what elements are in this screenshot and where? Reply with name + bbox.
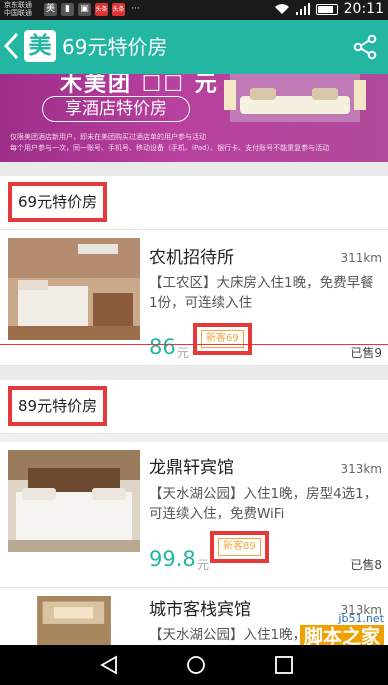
- banner-pill: 享酒店特价房: [42, 96, 190, 122]
- sold-count: 已售9: [350, 346, 382, 360]
- notification-icons: 美 ▮ ▣ 头条 头条 ···: [44, 3, 142, 16]
- section-header-89: 89元特价房: [0, 380, 388, 434]
- site-watermark: jb51.net 脚本之家: [299, 612, 384, 649]
- more-notifications-icon: ···: [131, 4, 140, 14]
- recents-square-icon[interactable]: [272, 655, 296, 675]
- promo-banner[interactable]: 木美团 ☐☐ 元 享酒店特价房 仅限美团酒店新用户，即未在美团购买过酒店单的用户…: [0, 74, 388, 162]
- hotel-card[interactable]: 龙鼎轩宾馆 313km 【天水湖公园】入住1晚，房型4选1，可连续入住，免费Wi…: [0, 442, 388, 588]
- new-customer-badge: 新客69: [193, 323, 252, 355]
- back-triangle-icon[interactable]: [98, 655, 122, 675]
- price-unit: 元: [197, 558, 210, 572]
- wifi-icon: [274, 4, 289, 14]
- toutiao-notification-icon: 头条: [95, 3, 108, 16]
- page-title: 69元特价房: [62, 35, 168, 59]
- section-header-69: 69元特价房: [0, 176, 388, 230]
- badge-label: 新客89: [218, 538, 261, 556]
- clock: 20:11: [343, 1, 384, 17]
- toutiao-notification-icon-2: 头条: [112, 3, 125, 16]
- meituan-logo[interactable]: 美: [24, 30, 56, 62]
- hotel-name: 城市客栈宾馆: [149, 600, 251, 620]
- section-label: 69元特价房: [8, 182, 108, 222]
- share-icon[interactable]: [352, 34, 378, 60]
- hotel-room-illustration: [224, 74, 366, 122]
- price-unit: 元: [177, 346, 190, 360]
- title-bar: 美 69元特价房: [0, 20, 388, 74]
- annotation-line: [0, 344, 388, 345]
- banner-notes: 仅限美团酒店新用户，即未在美团购买过酒店单的用户参与活动 每个用户参与一次，同一…: [10, 132, 329, 154]
- hotel-description: 【天水湖公园】入住1晚，房型4选1，可连续入住，免费WiFi: [149, 486, 378, 522]
- section-divider: [0, 162, 388, 176]
- battery-icon: [315, 3, 338, 15]
- hotel-name: 龙鼎轩宾馆: [149, 458, 234, 478]
- sold-count: 已售8: [350, 558, 382, 572]
- hotel-distance: 311km: [340, 251, 382, 265]
- meituan-notification-icon: 美: [44, 3, 57, 16]
- banner-headline: 木美团 ☐☐ 元: [60, 74, 219, 97]
- carrier-line-2: 中国联通: [4, 9, 32, 17]
- signal-icon: [295, 3, 310, 15]
- home-circle-icon[interactable]: [184, 655, 208, 675]
- status-right: 20:11: [274, 1, 384, 17]
- image-notification-icon: ▣: [78, 3, 91, 16]
- hotel-distance: 313km: [340, 462, 382, 476]
- hotel-price: 86: [149, 335, 176, 359]
- badge-label: 新客69: [201, 330, 244, 348]
- carrier-line-1: 京东联通: [4, 1, 32, 9]
- carrier-label: 京东联通 中国联通: [4, 1, 32, 17]
- hotel-photo: [8, 450, 140, 552]
- hotel-photo: [8, 238, 140, 340]
- banner-note-2: 每个用户参与一次，同一账号、手机号、移动设备（手机、iPad）、银行卡、支付账号…: [10, 144, 330, 152]
- system-nav-bar: [0, 645, 388, 685]
- sim-icon: ▮: [61, 3, 74, 16]
- hotel-card[interactable]: 农机招待所 311km 【工农区】大床房入住1晚，免费早餐1份，可连续入住 86…: [0, 230, 388, 366]
- section-divider-2: [0, 366, 388, 380]
- status-bar: 京东联通 中国联通 美 ▮ ▣ 头条 头条 ··· 20:11: [0, 0, 388, 20]
- chevron-left-icon[interactable]: [2, 30, 22, 62]
- hotel-price: 99.8: [149, 547, 196, 571]
- banner-note-1: 仅限美团酒店新用户，即未在美团购买过酒店单的用户参与活动: [10, 133, 206, 141]
- hotel-description: 【工农区】大床房入住1晚，免费早餐1份，可连续入住: [149, 275, 374, 311]
- new-customer-badge: 新客89: [210, 531, 269, 563]
- hotel-name: 农机招待所: [149, 248, 234, 268]
- hotel-photo: [37, 596, 111, 645]
- section-label: 89元特价房: [8, 386, 108, 426]
- watermark-site: jb51.net: [338, 612, 384, 625]
